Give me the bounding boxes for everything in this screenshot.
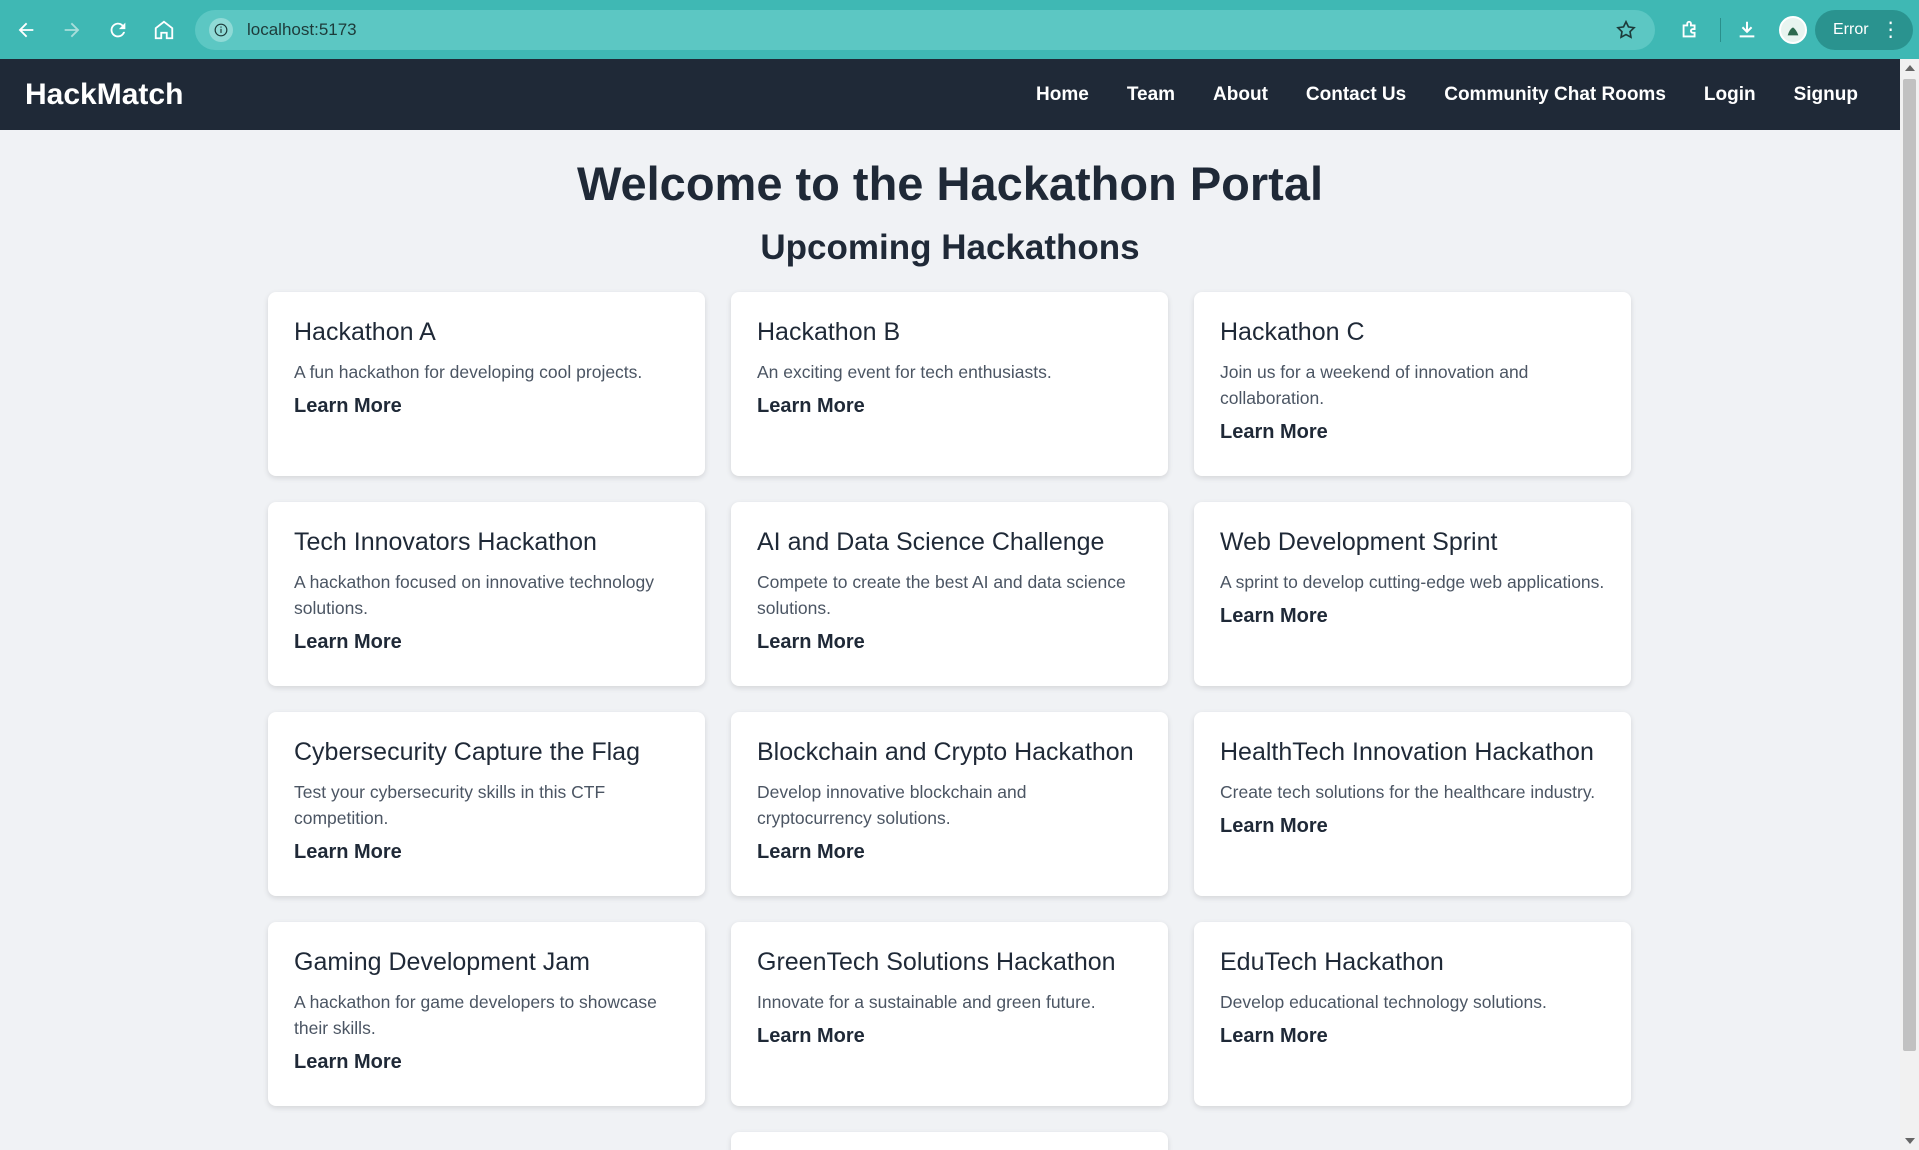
- hackathon-name: HealthTech Innovation Hackathon: [1220, 738, 1594, 766]
- nav-login[interactable]: Login: [1704, 84, 1756, 106]
- downloads-button[interactable]: [1727, 10, 1767, 50]
- hackathon-description: A hackathon for game developers to showc…: [294, 992, 657, 1038]
- hackathon-card: Gaming Development Jam A hackathon for g…: [268, 922, 705, 1106]
- hackathon-description: Innovate for a sustainable and green fut…: [757, 992, 1096, 1012]
- learn-more-link[interactable]: Learn More: [757, 631, 865, 653]
- page-scrollbar[interactable]: [1900, 59, 1919, 1150]
- download-icon: [1739, 21, 1755, 38]
- hackathon-card-partial: [731, 1132, 1168, 1150]
- hackathon-name: Blockchain and Crypto Hackathon: [757, 738, 1134, 766]
- hackathon-description: A fun hackathon for developing cool proj…: [294, 362, 643, 382]
- grid-spacer: [268, 1132, 705, 1150]
- back-button[interactable]: [6, 10, 46, 50]
- hackathon-name: GreenTech Solutions Hackathon: [757, 948, 1116, 976]
- learn-more-link[interactable]: Learn More: [1220, 815, 1328, 837]
- error-label: Error: [1833, 21, 1869, 38]
- hackathon-name: Tech Innovators Hackathon: [294, 528, 597, 556]
- address-bar[interactable]: localhost:5173: [195, 10, 1655, 50]
- learn-more-link[interactable]: Learn More: [1220, 1025, 1328, 1047]
- hackathon-name: Web Development Sprint: [1220, 528, 1498, 556]
- home-button[interactable]: [144, 10, 184, 50]
- nav-signup[interactable]: Signup: [1794, 84, 1858, 106]
- hackathon-card: Web Development Sprint A sprint to devel…: [1194, 502, 1631, 686]
- hackathon-card: AI and Data Science Challenge Compete to…: [731, 502, 1168, 686]
- forward-button[interactable]: [52, 10, 92, 50]
- hackathon-card: Tech Innovators Hackathon A hackathon fo…: [268, 502, 705, 686]
- hackathon-description: A sprint to develop cutting-edge web app…: [1220, 572, 1605, 592]
- learn-more-link[interactable]: Learn More: [757, 841, 865, 863]
- hackathon-card: GreenTech Solutions Hackathon Innovate f…: [731, 922, 1168, 1106]
- learn-more-link[interactable]: Learn More: [294, 841, 402, 863]
- hackathon-name: Hackathon A: [294, 318, 436, 346]
- bookmark-star-icon[interactable]: [1615, 19, 1637, 46]
- hackathon-name: AI and Data Science Challenge: [757, 528, 1105, 556]
- home-icon: [154, 20, 174, 39]
- kebab-menu-icon[interactable]: ⋮: [1881, 20, 1901, 40]
- scroll-up-icon[interactable]: [1905, 65, 1915, 71]
- hackathon-grid: Hackathon A A fun hackathon for developi…: [268, 292, 1632, 1150]
- site-info-icon[interactable]: [209, 18, 233, 42]
- hackathon-card: EduTech Hackathon Develop educational te…: [1194, 922, 1631, 1106]
- learn-more-link[interactable]: Learn More: [757, 395, 865, 417]
- puzzle-icon: [1682, 20, 1696, 38]
- app-navbar: HackMatch Home Team About Contact Us Com…: [0, 59, 1900, 130]
- hackathon-description: An exciting event for tech enthusiasts.: [757, 362, 1052, 382]
- hackathon-card: HealthTech Innovation Hackathon Create t…: [1194, 712, 1631, 896]
- learn-more-link[interactable]: Learn More: [757, 1025, 865, 1047]
- section-title: Upcoming Hackathons: [760, 228, 1140, 267]
- main-nav: Home Team About Contact Us Community Cha…: [998, 59, 1858, 130]
- main-content: Welcome to the Hackathon Portal Upcoming…: [0, 130, 1900, 1150]
- page-title: Welcome to the Hackathon Portal: [576, 157, 1324, 210]
- brand-logo[interactable]: HackMatch: [25, 78, 183, 112]
- hackathon-name: Hackathon B: [757, 318, 901, 346]
- hackathon-description: Develop educational technology solutions…: [1220, 992, 1547, 1012]
- hackathon-description: A hackathon focused on innovative techno…: [294, 572, 654, 618]
- forward-arrow-icon: [64, 22, 80, 37]
- hackathon-description: Test your cybersecurity skills in this C…: [294, 782, 606, 828]
- learn-more-link[interactable]: Learn More: [294, 395, 402, 417]
- nav-community-chat-rooms[interactable]: Community Chat Rooms: [1444, 84, 1666, 106]
- hackathon-description: Develop innovative blockchain and crypto…: [757, 782, 1027, 828]
- nav-home[interactable]: Home: [1036, 84, 1089, 106]
- hackathon-card: Hackathon C Join us for a weekend of inn…: [1194, 292, 1631, 476]
- hackathon-name: EduTech Hackathon: [1220, 948, 1444, 976]
- hackathon-description: Join us for a weekend of innovation and …: [1220, 362, 1529, 408]
- scrollbar-thumb[interactable]: [1903, 79, 1916, 1051]
- back-arrow-icon: [18, 22, 34, 37]
- extensions-button[interactable]: [1670, 10, 1710, 50]
- reload-icon: [110, 22, 126, 37]
- hackathon-name: Hackathon C: [1220, 318, 1365, 346]
- reload-button[interactable]: [98, 10, 138, 50]
- scroll-down-icon[interactable]: [1905, 1138, 1915, 1144]
- url-text[interactable]: localhost:5173: [247, 20, 357, 40]
- learn-more-link[interactable]: Learn More: [1220, 605, 1328, 627]
- hackathon-card: Hackathon A A fun hackathon for developi…: [268, 292, 705, 476]
- toolbar-divider: [1720, 18, 1721, 42]
- learn-more-link[interactable]: Learn More: [294, 1051, 402, 1073]
- hackathon-name: Gaming Development Jam: [294, 948, 590, 976]
- profile-error-button[interactable]: Error ⋮: [1815, 10, 1913, 50]
- hackathon-name: Cybersecurity Capture the Flag: [294, 738, 640, 766]
- hackathon-description: Compete to create the best AI and data s…: [757, 572, 1126, 618]
- learn-more-link[interactable]: Learn More: [1220, 421, 1328, 443]
- profile-avatar-icon[interactable]: [1779, 16, 1807, 44]
- hackathon-card: Blockchain and Crypto Hackathon Develop …: [731, 712, 1168, 896]
- nav-contact-us[interactable]: Contact Us: [1306, 84, 1406, 106]
- learn-more-link[interactable]: Learn More: [294, 631, 402, 653]
- browser-toolbar: localhost:5173 Error ⋮: [0, 0, 1919, 59]
- nav-team[interactable]: Team: [1127, 84, 1175, 106]
- nav-about[interactable]: About: [1213, 84, 1268, 106]
- hackathon-description: Create tech solutions for the healthcare…: [1220, 782, 1596, 802]
- hackathon-card: Cybersecurity Capture the Flag Test your…: [268, 712, 705, 896]
- hackathon-card: Hackathon B An exciting event for tech e…: [731, 292, 1168, 476]
